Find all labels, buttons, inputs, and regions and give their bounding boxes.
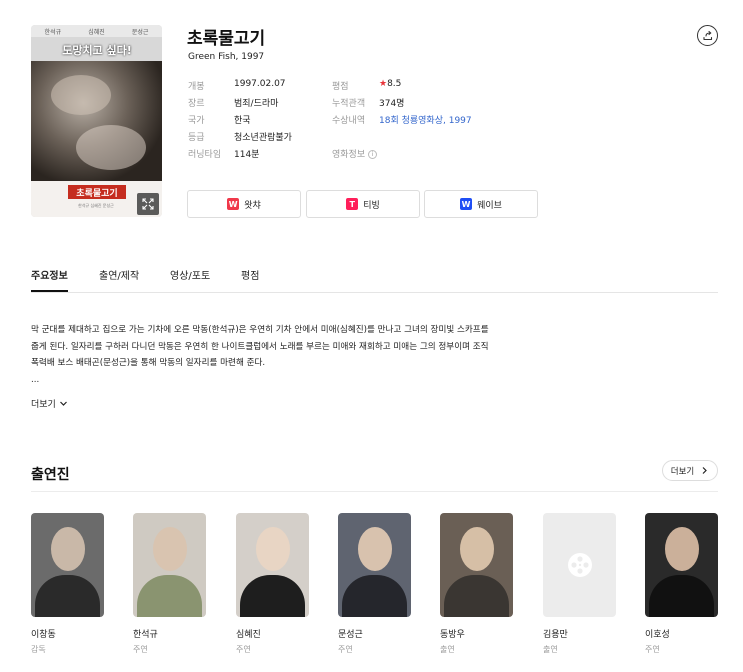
tab-bar: 주요정보 출연/제작 영상/포토 평점 xyxy=(31,262,718,293)
tving-icon: T xyxy=(346,198,359,210)
info-label-country: 국가 xyxy=(188,116,205,126)
poster-logo: 초록물고기 xyxy=(68,185,126,199)
cast-role: 감독 xyxy=(31,645,46,654)
cast-photo xyxy=(440,513,513,617)
score-value: 8.5 xyxy=(387,79,402,89)
poster-top-name: 한석규 xyxy=(44,28,62,36)
poster-face xyxy=(76,125,146,170)
cast-photo xyxy=(133,513,206,617)
info-icon[interactable]: i xyxy=(368,150,378,159)
cast-role: 주연 xyxy=(645,645,660,654)
cast-name: 심혜진 xyxy=(236,630,261,640)
synopsis-more-button[interactable]: 더보기 xyxy=(31,397,68,410)
cast-name: 김용만 xyxy=(543,630,568,640)
movie-title: 초록물고기 xyxy=(187,29,266,49)
cast-name: 문성근 xyxy=(338,630,363,640)
info-value-genre: 범죄/드라마 xyxy=(234,99,279,109)
info-value-country: 한국 xyxy=(234,116,251,126)
cast-photo xyxy=(31,513,104,617)
more-label: 더보기 xyxy=(31,400,56,410)
poster-top-name: 문성근 xyxy=(131,28,149,36)
tab-reviews[interactable]: 평점 xyxy=(241,267,259,292)
info-label-score: 평점 xyxy=(332,82,349,92)
chevron-down-icon xyxy=(59,401,67,406)
wavve-icon: W xyxy=(460,198,473,210)
info-label-awards: 수상내역 xyxy=(332,116,366,126)
ott-tving-button[interactable]: T 티빙 xyxy=(306,190,420,218)
poster-top-name: 심혜진 xyxy=(88,28,105,36)
ott-label: 왓챠 xyxy=(244,200,261,211)
star-icon: ★ xyxy=(379,79,388,89)
share-icon xyxy=(702,30,712,40)
synopsis-line: 폭력배 보스 배태곤(문성근)을 통해 막동의 일자리를 마련해 준다. xyxy=(31,358,266,369)
info-label-rating-grade: 등급 xyxy=(188,133,205,143)
cast-photo xyxy=(338,513,411,617)
more-label: 더보기 xyxy=(670,466,695,477)
chevron-right-icon xyxy=(702,467,708,474)
ott-label: 웨이브 xyxy=(477,200,502,211)
cast-name: 이호성 xyxy=(645,630,670,640)
poster-credits: 한석규 심혜진 문성근 xyxy=(78,203,114,208)
synopsis: 막 군대를 제대하고 집으로 가는 기차에 오른 막동(한석규)은 우연히 기차… xyxy=(31,322,531,388)
cast-name: 동방우 xyxy=(440,630,465,640)
cast-section-title: 출연진 xyxy=(31,467,70,483)
cast-card[interactable]: 이호성 주연 xyxy=(645,513,718,655)
cast-role: 주연 xyxy=(236,645,251,654)
movie-poster[interactable]: 한석규 심혜진 문성근 도망치고 싶다! 초록물고기 한석규 심혜진 문성근 xyxy=(31,25,162,217)
info-value-runtime: 114분 xyxy=(234,150,260,160)
movie-subtitle: Green Fish, 1997 xyxy=(188,52,265,62)
tab-video-photo[interactable]: 영상/포토 xyxy=(170,267,210,292)
watcha-icon: W xyxy=(227,198,240,210)
synopsis-line: 막 군대를 제대하고 집으로 가는 기차에 오른 막동(한석규)은 우연히 기차… xyxy=(31,325,489,335)
synopsis-line: 줍게 된다. 일자리를 구하러 다니던 막동은 우연히 한 나이트클럽에서 노래… xyxy=(31,341,489,352)
info-value-score: ★8.5 xyxy=(379,79,401,89)
cast-name: 이창동 xyxy=(31,630,56,640)
poster-top-strip: 한석규 심혜진 문성근 xyxy=(31,25,162,37)
cast-role: 주연 xyxy=(133,645,148,654)
share-button[interactable] xyxy=(697,25,718,46)
info-label-audience: 누적관객 xyxy=(332,99,366,109)
synopsis-line: ... xyxy=(31,374,40,385)
info-label-movie-info: 영화정보 i xyxy=(332,147,378,160)
cast-card[interactable]: 김용만 출연 xyxy=(543,513,616,655)
ott-label: 티빙 xyxy=(363,200,380,211)
poster-tagline: 도망치고 싶다! xyxy=(62,44,132,57)
movie-info-label: 영화정보 xyxy=(332,150,366,160)
info-label-genre: 장르 xyxy=(188,99,205,109)
cast-role: 출연 xyxy=(440,645,455,654)
cast-card[interactable]: 한석규 주연 xyxy=(133,513,206,655)
awards-link[interactable]: 18회 청룡영화상, 1997 xyxy=(379,113,472,126)
film-reel-icon xyxy=(567,553,592,577)
cast-more-button[interactable]: 더보기 xyxy=(662,460,718,481)
cast-card[interactable]: 심혜진 주연 xyxy=(236,513,309,655)
cast-role: 출연 xyxy=(543,645,558,654)
poster-face xyxy=(51,75,111,115)
cast-name: 한석규 xyxy=(133,630,158,640)
info-label-runtime: 러닝타임 xyxy=(188,150,222,160)
expand-poster-button[interactable] xyxy=(137,193,159,215)
cast-card[interactable]: 문성근 주연 xyxy=(338,513,411,655)
tab-cast-crew[interactable]: 출연/제작 xyxy=(99,267,139,292)
cast-photo-placeholder xyxy=(543,513,616,617)
tab-main-info[interactable]: 주요정보 xyxy=(31,267,68,292)
ott-watcha-button[interactable]: W 왓챠 xyxy=(187,190,301,218)
cast-role: 주연 xyxy=(338,645,353,654)
cast-card[interactable]: 동방우 출연 xyxy=(440,513,513,655)
ott-wavve-button[interactable]: W 웨이브 xyxy=(424,190,538,218)
divider xyxy=(31,491,718,492)
cast-photo xyxy=(236,513,309,617)
cast-photo xyxy=(645,513,718,617)
info-value-release: 1997.02.07 xyxy=(234,79,286,89)
info-value-rating-grade: 청소년관람불가 xyxy=(234,133,292,143)
expand-icon xyxy=(142,198,154,210)
cast-card[interactable]: 이창동 감독 xyxy=(31,513,104,655)
info-value-audience: 374명 xyxy=(379,99,405,109)
info-label-release: 개봉 xyxy=(188,82,205,92)
